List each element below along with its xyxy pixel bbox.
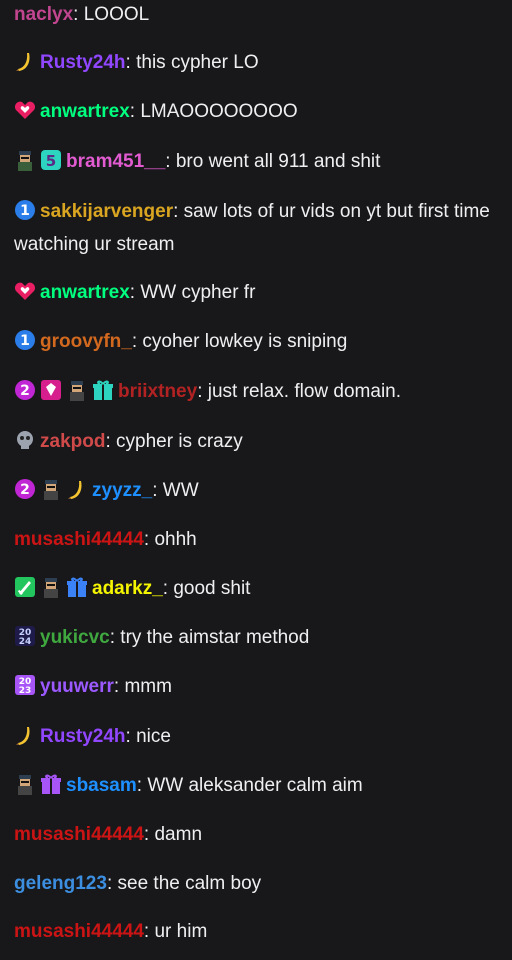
gift-badge-icon[interactable]: [40, 773, 62, 795]
chat-message[interactable]: anwartrex: LMAOOOOOOOO: [14, 95, 500, 129]
chat-message[interactable]: musashi44444: ur him: [14, 915, 500, 949]
username[interactable]: anwartrex: [40, 282, 130, 303]
message-text: just relax. flow domain.: [207, 381, 402, 402]
heart-badge-icon[interactable]: [14, 99, 36, 121]
svg-text:23: 23: [19, 686, 32, 696]
character-badge-icon[interactable]: [14, 149, 36, 171]
username[interactable]: zyyzz_: [92, 480, 152, 501]
message-text: this cypher LO: [136, 52, 259, 73]
chat-message[interactable]: musashi44444: ohhh: [14, 523, 500, 557]
username[interactable]: yukicvc: [40, 627, 110, 648]
message-text: see the calm boy: [117, 873, 262, 894]
cyan-5-badge-icon[interactable]: 5: [40, 149, 62, 171]
username[interactable]: musashi44444: [14, 921, 144, 942]
chat-message[interactable]: 1 sakkijarvenger: saw lots of ur vids on…: [14, 195, 500, 261]
chat-message[interactable]: 5 bram451__: bro went all 911 and shit: [14, 145, 500, 179]
message-text: good shit: [173, 578, 251, 599]
chat-message[interactable]: 20 24 yukicvc: try the aimstar method: [14, 621, 500, 655]
character-badge-icon[interactable]: [40, 576, 62, 598]
username[interactable]: bram451__: [66, 151, 165, 172]
username[interactable]: groovyfn_: [40, 331, 132, 352]
chat-message[interactable]: 20 23 yuuwerr: mmm: [14, 670, 500, 704]
heart-badge-icon[interactable]: [14, 280, 36, 302]
username[interactable]: geleng123: [14, 873, 107, 894]
chat-message[interactable]: adarkz_: good shit: [14, 572, 500, 606]
message-text: cyoher lowkey is sniping: [142, 331, 348, 352]
message-text: ur him: [154, 921, 208, 942]
banana-icon[interactable]: [14, 50, 36, 72]
svg-text:1: 1: [20, 333, 30, 349]
sword-badge-icon[interactable]: [14, 576, 36, 598]
two-badge-icon[interactable]: 2: [14, 478, 36, 500]
chat-panel: naclyx: LOOOL Rusty24h: this cypher LO a…: [0, 0, 512, 960]
svg-text:5: 5: [46, 152, 56, 170]
one-badge-icon[interactable]: 1: [14, 199, 36, 221]
username[interactable]: Rusty24h: [40, 52, 126, 73]
message-text: ohhh: [154, 529, 197, 550]
username[interactable]: briixtney: [118, 381, 197, 402]
username[interactable]: musashi44444: [14, 529, 144, 550]
chat-message[interactable]: 1 groovyfn_: cyoher lowkey is sniping: [14, 325, 500, 359]
chat-message[interactable]: zakpod: cypher is crazy: [14, 425, 500, 459]
message-text: try the aimstar method: [120, 627, 310, 648]
character-badge-icon[interactable]: [14, 773, 36, 795]
username[interactable]: zakpod: [40, 431, 105, 452]
chat-message[interactable]: 2 briixtney: just relax. flow domain.: [14, 375, 500, 409]
gift-badge-icon[interactable]: [92, 379, 114, 401]
character-badge-icon[interactable]: [40, 478, 62, 500]
username[interactable]: sakkijarvenger: [40, 201, 173, 222]
message-text: WW cypher fr: [140, 282, 256, 303]
banana-icon[interactable]: [14, 724, 36, 746]
chat-message[interactable]: geleng123: see the calm boy: [14, 867, 500, 901]
username[interactable]: adarkz_: [92, 578, 163, 599]
chat-message[interactable]: naclyx: LOOOL: [14, 0, 500, 32]
username[interactable]: sbasam: [66, 775, 137, 796]
gift-badge-icon[interactable]: [66, 576, 88, 598]
chat-message[interactable]: musashi44444: damn: [14, 818, 500, 852]
svg-text:2: 2: [20, 383, 30, 399]
username[interactable]: Rusty24h: [40, 726, 126, 747]
chat-message[interactable]: Rusty24h: this cypher LO: [14, 46, 500, 80]
banana-icon[interactable]: [66, 478, 88, 500]
message-text: WW aleksander calm aim: [147, 775, 363, 796]
gem-badge-icon[interactable]: [40, 379, 62, 401]
message-text: mmm: [124, 676, 172, 697]
svg-text:24: 24: [19, 637, 32, 647]
chat-message[interactable]: 2 zyyzz_: WW: [14, 474, 500, 508]
username[interactable]: anwartrex: [40, 101, 130, 122]
message-text: damn: [154, 824, 203, 845]
message-text: nice: [136, 726, 171, 747]
message-text: LMAOOOOOOOO: [140, 101, 298, 122]
message-text: cypher is crazy: [116, 431, 243, 452]
message-text: bro went all 911 and shit: [175, 151, 381, 172]
one-badge-icon[interactable]: 1: [14, 329, 36, 351]
chat-message[interactable]: Rusty24h: nice: [14, 720, 500, 754]
username[interactable]: yuuwerr: [40, 676, 114, 697]
chat-message[interactable]: sbasam: WW aleksander calm aim: [14, 769, 500, 803]
message-text: WW: [162, 480, 199, 501]
message-text: LOOOL: [83, 4, 150, 25]
2024-badge-icon[interactable]: 20 24: [14, 625, 36, 647]
2023-badge-icon[interactable]: 20 23: [14, 674, 36, 696]
skull-badge-icon[interactable]: [14, 429, 36, 451]
svg-text:1: 1: [20, 203, 30, 219]
character-badge-icon[interactable]: [66, 379, 88, 401]
chat-message[interactable]: anwartrex: WW cypher fr: [14, 276, 500, 310]
svg-text:2: 2: [20, 482, 30, 498]
username[interactable]: musashi44444: [14, 824, 144, 845]
username[interactable]: naclyx: [14, 4, 73, 25]
two-badge-icon[interactable]: 2: [14, 379, 36, 401]
